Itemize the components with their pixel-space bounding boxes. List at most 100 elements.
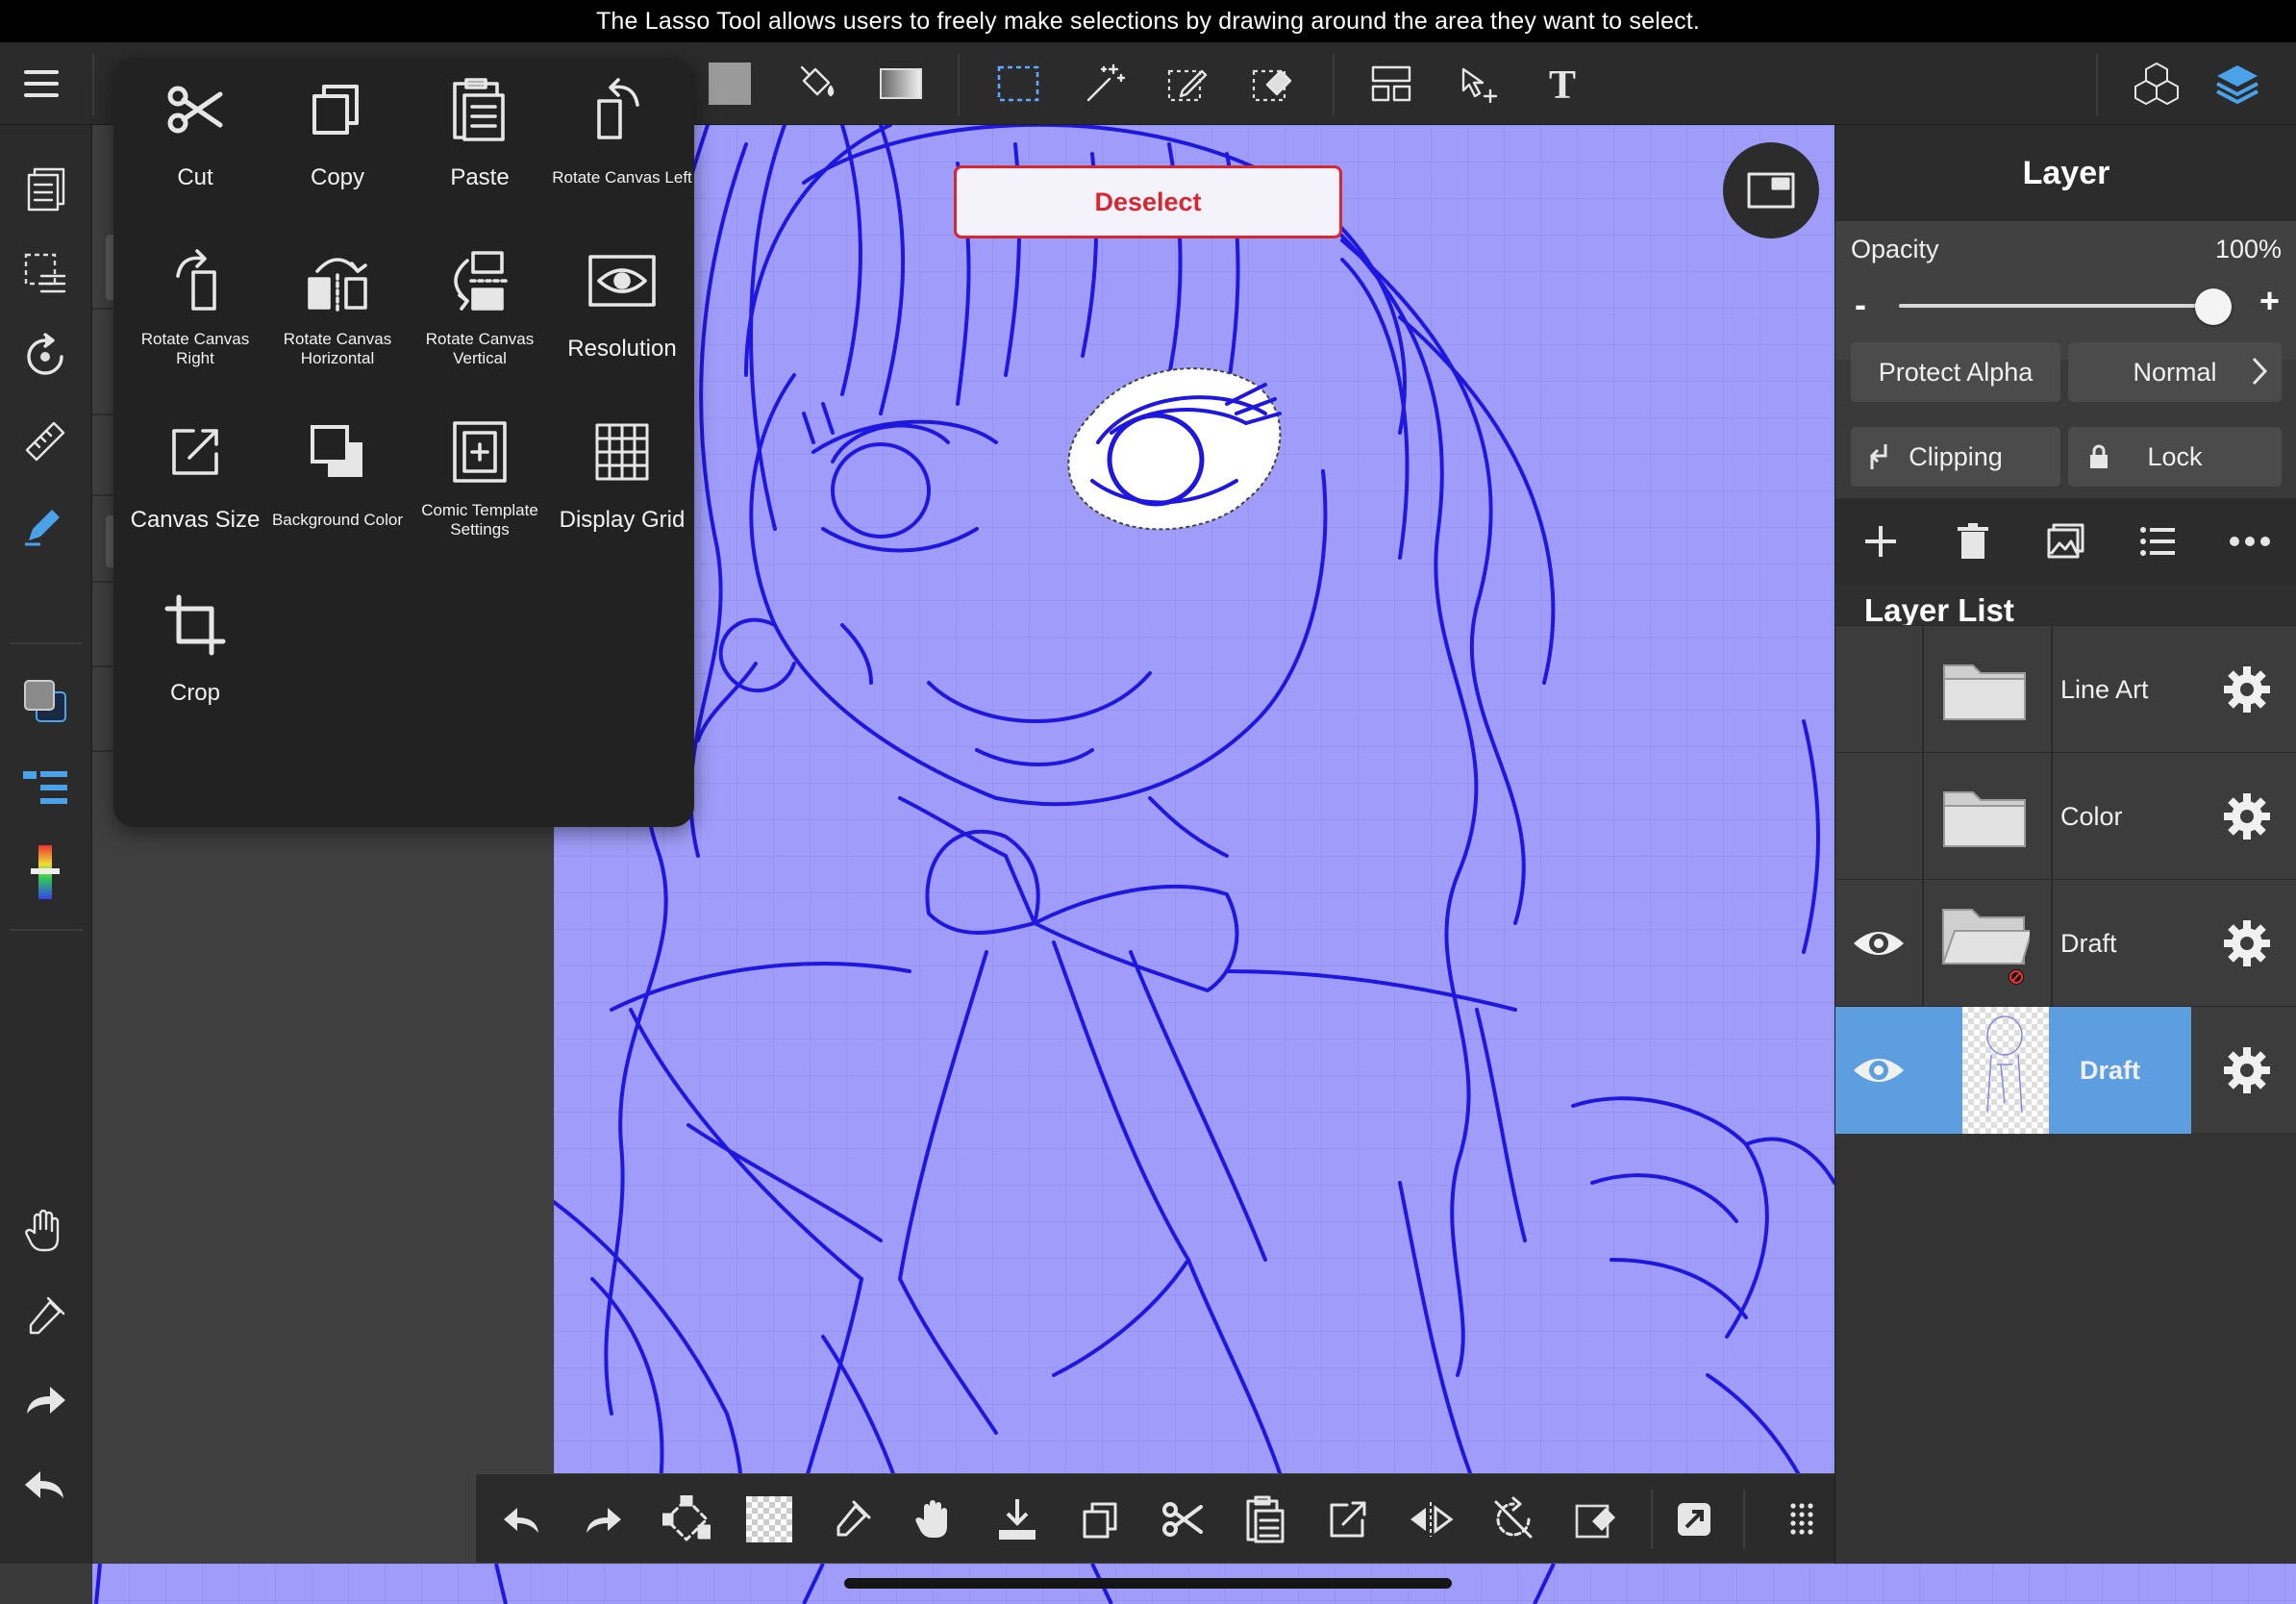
menu-item-copy[interactable]: Copy: [267, 58, 408, 223]
menu-item-resolution[interactable]: Resolution: [552, 229, 692, 394]
menu-label: Display Grid: [559, 507, 686, 534]
grip-icon[interactable]: [1776, 1493, 1828, 1545]
view-toggle-icon[interactable]: [1723, 142, 1819, 238]
image-import-icon[interactable]: [2041, 517, 2089, 565]
menu-label: Crop: [169, 680, 221, 707]
clipping-button[interactable]: Clipping: [1851, 427, 2060, 487]
move-cursor-icon[interactable]: [1454, 60, 1502, 108]
layers-icon[interactable]: [2213, 60, 2261, 108]
trash-icon[interactable]: [1949, 517, 1997, 565]
opacity-slider-handle[interactable]: [2195, 288, 2232, 325]
visibility-toggle[interactable]: [1835, 880, 1922, 1007]
color-picker-icon[interactable]: [17, 673, 73, 729]
layer-name: Draft: [2080, 1055, 2141, 1085]
layer-row-draft-active[interactable]: Draft: [1835, 1006, 2296, 1134]
menu-item-crop[interactable]: Crop: [125, 573, 265, 739]
menu-item-cut[interactable]: Cut: [125, 58, 265, 223]
chevron-right-icon: [2251, 356, 2268, 387]
clear-icon[interactable]: [743, 1493, 795, 1545]
menu-label: Copy: [310, 164, 365, 191]
gradient-icon[interactable]: [877, 60, 925, 108]
rect-select-icon[interactable]: [994, 60, 1042, 108]
rotate-view-icon[interactable]: [17, 329, 73, 385]
background-color-icon: [299, 414, 376, 490]
folder-icon: [1939, 766, 2030, 866]
pages-icon[interactable]: [17, 162, 73, 217]
flip-icon[interactable]: [1405, 1493, 1457, 1545]
select-eraser-icon[interactable]: [1248, 60, 1296, 108]
opacity-label: Opacity: [1851, 235, 1939, 263]
color-swatch-icon[interactable]: [706, 60, 754, 108]
menu-label: Paste: [450, 164, 510, 191]
add-layer-icon[interactable]: [1857, 517, 1905, 565]
save-download-icon[interactable]: [991, 1493, 1043, 1545]
visibility-toggle[interactable]: [1835, 626, 1922, 753]
flip-horizontal-icon: [299, 242, 376, 319]
gear-icon[interactable]: [2220, 1043, 2274, 1097]
menu-item-rotate-canvas-vertical[interactable]: Rotate Canvas Vertical: [410, 229, 550, 394]
visibility-toggle[interactable]: [1835, 753, 1922, 880]
copy-icon: [299, 71, 376, 148]
paste-icon[interactable]: [1239, 1493, 1291, 1545]
undo-icon[interactable]: [495, 1493, 547, 1545]
magic-wand-icon[interactable]: [1081, 60, 1129, 108]
gear-icon[interactable]: [2220, 663, 2274, 716]
menu-item-rotate-canvas-horizontal[interactable]: Rotate Canvas Horizontal: [267, 229, 408, 394]
undo-icon[interactable]: [17, 1458, 73, 1514]
redo-icon[interactable]: [17, 1373, 73, 1429]
redo-icon[interactable]: [578, 1493, 630, 1545]
copy-icon[interactable]: [1074, 1493, 1126, 1545]
menu-icon[interactable]: [17, 60, 65, 108]
eyedropper-icon[interactable]: [17, 1289, 73, 1344]
rotate-lock-icon[interactable]: [1487, 1493, 1539, 1545]
transform-icon[interactable]: [661, 1493, 712, 1545]
select-pen-icon[interactable]: [1163, 60, 1211, 108]
blend-mode-select[interactable]: Normal: [2068, 342, 2282, 402]
menu-item-comic-template-settings[interactable]: Comic Template Settings: [410, 400, 550, 565]
layer-list-icon[interactable]: [17, 760, 73, 815]
brush-color-icon[interactable]: [17, 844, 73, 900]
tutorial-caption: The Lasso Tool allows users to freely ma…: [0, 0, 2296, 42]
drawing-canvas[interactable]: [554, 125, 1834, 1564]
menu-label: Canvas Size: [130, 507, 261, 534]
flip-vertical-icon: [441, 242, 518, 319]
menu-item-rotate-canvas-right[interactable]: Rotate Canvas Right: [125, 229, 265, 394]
gear-icon[interactable]: [2220, 789, 2274, 843]
hand-icon[interactable]: [17, 1204, 73, 1260]
ruler-icon[interactable]: [17, 414, 73, 469]
hand-icon[interactable]: [909, 1493, 961, 1545]
menu-item-canvas-size[interactable]: Canvas Size: [125, 400, 265, 565]
deselect-button[interactable]: Deselect: [954, 165, 1342, 238]
selection-layer-icon[interactable]: [17, 246, 73, 302]
menu-item-background-color[interactable]: Background Color: [267, 400, 408, 565]
canvas-size-icon: [157, 414, 234, 490]
frame-divider-icon[interactable]: [1367, 60, 1415, 108]
visibility-toggle[interactable]: [1835, 1007, 1922, 1134]
opacity-slider[interactable]: [1899, 304, 2216, 308]
eyedropper-icon[interactable]: [826, 1493, 878, 1545]
menu-label: Rotate Canvas Left: [552, 168, 692, 188]
menu-item-paste[interactable]: Paste: [410, 58, 550, 223]
layer-row-draft-folder[interactable]: Draft: [1835, 879, 2296, 1007]
menu-item-display-grid[interactable]: Display Grid: [552, 400, 692, 565]
home-indicator[interactable]: [844, 1578, 1452, 1589]
fill-bucket-icon[interactable]: [792, 60, 840, 108]
external-link-icon[interactable]: [1668, 1493, 1720, 1545]
scissors-icon[interactable]: [1157, 1493, 1209, 1545]
select-eraser-icon[interactable]: [1570, 1493, 1622, 1545]
more-icon[interactable]: [2226, 517, 2274, 565]
pen-tool-icon[interactable]: [17, 496, 73, 552]
lock-button[interactable]: Lock: [2068, 427, 2282, 487]
menu-item-rotate-canvas-left[interactable]: Rotate Canvas Left: [552, 58, 692, 223]
materials-icon[interactable]: [2133, 60, 2181, 108]
gear-icon[interactable]: [2220, 916, 2274, 970]
list-icon[interactable]: [2134, 517, 2182, 565]
canvas-size-icon[interactable]: [1322, 1493, 1374, 1545]
protect-alpha-button[interactable]: Protect Alpha: [1851, 342, 2060, 402]
layer-row-color[interactable]: Color: [1835, 752, 2296, 880]
opacity-minus-button[interactable]: -: [1855, 285, 1866, 325]
menu-label: Comic Template Settings: [421, 501, 538, 539]
text-tool-icon[interactable]: T: [1538, 60, 1586, 108]
opacity-plus-button[interactable]: +: [2259, 281, 2280, 321]
layer-row-line-art[interactable]: Line Art: [1835, 625, 2296, 753]
